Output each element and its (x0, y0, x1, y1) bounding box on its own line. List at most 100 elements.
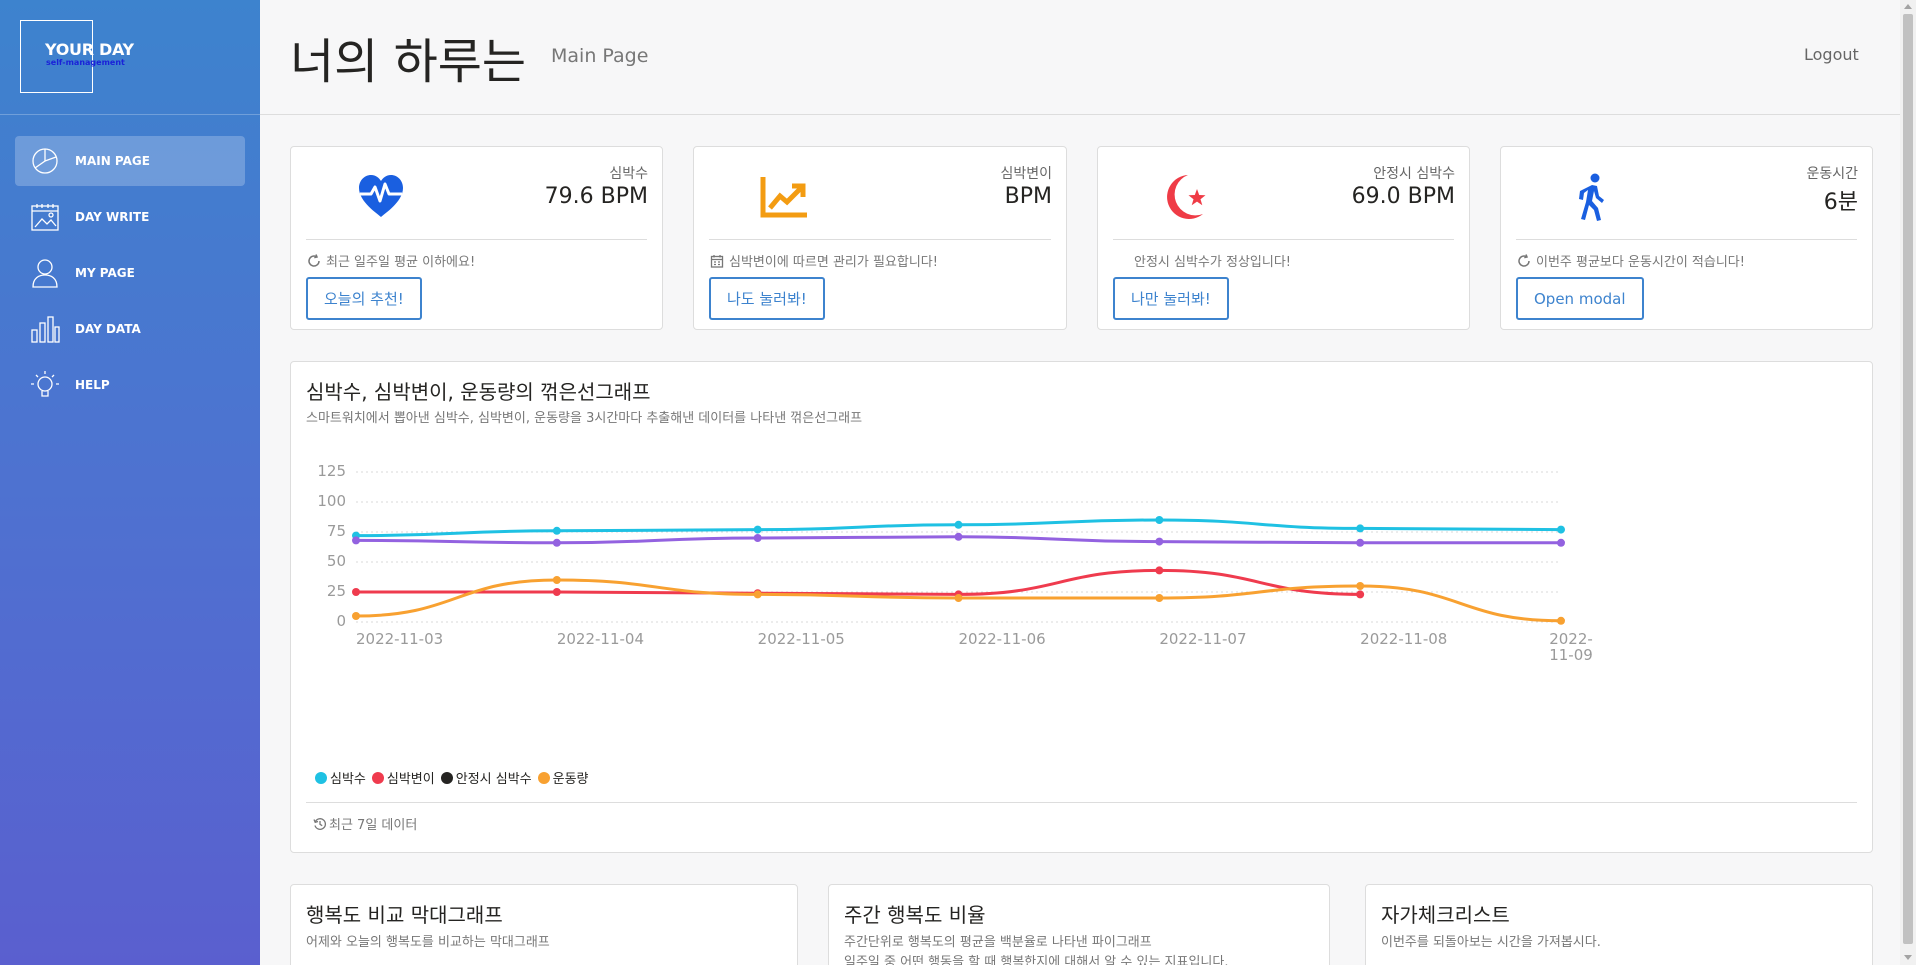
chart-footer-text: 최근 7일 데이터 (329, 818, 418, 833)
data-point (352, 588, 360, 596)
legend-label: 운동량 (552, 772, 589, 787)
data-point (1356, 524, 1365, 533)
x-tick-label: 11-09 (1549, 646, 1593, 664)
stat-footer-text: 최근 일주일 평균 이하에요! (326, 255, 476, 270)
data-point (552, 538, 561, 547)
stat-card-exercise-time: 운동시간 6분 이번주 평균보다 운동시간이 적습니다! Open modal (1500, 146, 1873, 330)
data-point (552, 576, 561, 584)
data-point (1155, 566, 1164, 575)
x-tick-label: 2022-11-06 (959, 630, 1046, 648)
user-icon (30, 258, 60, 288)
sidebar-item-day-data[interactable]: DAY DATA (15, 304, 245, 354)
recommend-button[interactable]: 오늘의 추천! (306, 277, 422, 320)
data-point (1557, 616, 1565, 625)
data-point (552, 588, 561, 596)
heart-pulse-icon (356, 172, 406, 222)
checklist-card: 자가체크리스트 이번주를 되돌아보는 시간을 가져봅시다. (1365, 884, 1873, 965)
calendar-icon (710, 254, 724, 268)
pie-chart-icon (30, 146, 60, 176)
chart-legend: 심박수 심박변이 안정시 심박수 운동량 (315, 768, 595, 787)
line-chart-card: 심박수, 심박변이, 운동량의 꺾은선그래프 스마트워치에서 뽑아낸 심박수, … (290, 361, 1873, 853)
legend-item[interactable]: 심박수 (315, 768, 366, 787)
legend-label: 심박변이 (386, 772, 435, 787)
data-point (1356, 582, 1365, 590)
data-point (954, 594, 963, 602)
stat-footer-text: 안정시 심박수가 정상입니다! (1134, 255, 1291, 270)
scrollbar-thumb[interactable] (1903, 14, 1913, 944)
y-tick-label: 125 (317, 462, 346, 480)
card-title: 행복도 비교 막대그래프 (306, 903, 503, 927)
x-tick-label: 2022-11-03 (356, 630, 443, 648)
stat-footer: 이번주 평균보다 운동시간이 적습니다! (1517, 251, 1745, 270)
x-tick-label: 2022-11-04 (557, 630, 644, 648)
legend-label: 안정시 심박수 (455, 772, 532, 787)
stat-footer-text: 심박변이에 따르면 관리가 필요합니다! (729, 255, 938, 270)
data-point (352, 612, 360, 620)
sidebar-item-my-page[interactable]: MY PAGE (15, 248, 245, 298)
sidebar-item-help[interactable]: HELP (15, 360, 245, 410)
legend-color-dot (315, 771, 327, 784)
logout-link[interactable]: Logout (1804, 45, 1859, 64)
stat-label: 심박변이 (1000, 166, 1052, 182)
divider (709, 239, 1051, 240)
stat-card-resting-heart-rate: 안정시 심박수 69.0 BPM 안정시 심박수가 정상입니다! 나만 눌러봐! (1097, 146, 1470, 330)
stat-footer: 심박변이에 따르면 관리가 필요합니다! (710, 251, 938, 270)
stat-card-heart-rate: 심박수 79.6 BPM 최근 일주일 평균 이하에요! 오늘의 추천! (290, 146, 663, 330)
legend-color-dot (371, 771, 384, 784)
data-point (954, 532, 963, 541)
open-modal-button[interactable]: Open modal (1516, 277, 1644, 320)
sidebar-item-main-page[interactable]: MAIN PAGE (15, 136, 245, 186)
divider (1113, 239, 1454, 240)
stat-label: 심박수 (609, 166, 648, 182)
data-point (1155, 537, 1164, 546)
card-subtitle-secondary: 일주일 중 어떤 행동을 할 때 행복한지에 대해서 알 수 있는 지표입니다. (844, 955, 1229, 965)
legend-color-dot (537, 771, 550, 784)
sidebar-item-day-write[interactable]: DAY WRITE (15, 192, 245, 242)
sidebar-item-label: HELP (75, 378, 110, 392)
crescent-star-icon (1163, 172, 1213, 222)
legend-color-dot (440, 771, 453, 784)
divider (306, 239, 647, 240)
card-title: 자가체크리스트 (1381, 903, 1510, 927)
sidebar-item-label: MAIN PAGE (75, 154, 150, 168)
sidebar-item-label: DAY DATA (75, 322, 141, 336)
stat-card-hrv: 심박변이 BPM 심박변이에 따르면 관리가 필요합니다! 나도 눌러봐! (693, 146, 1067, 330)
data-point (552, 526, 561, 535)
scroll-down-arrow-icon[interactable] (1904, 955, 1912, 960)
history-icon (313, 817, 327, 831)
vertical-scrollbar[interactable] (1900, 0, 1916, 965)
card-title: 주간 행복도 비율 (844, 903, 986, 927)
logo-title[interactable]: YOUR DAY (45, 40, 134, 59)
stat-value: 79.6 BPM (544, 184, 648, 209)
card-subtitle: 어제와 오늘의 행복도를 비교하는 막대그래프 (306, 935, 550, 950)
card-subtitle: 주간단위로 행복도의 평균을 백분율로 나타낸 파이그래프 (844, 935, 1152, 950)
refresh-icon (307, 253, 321, 268)
line-chart: 0 25 50 75 100 125 2022-11-03 2022-11-04 2022-11… (317, 462, 1593, 664)
press-me-too-button[interactable]: 나도 눌러봐! (709, 277, 825, 320)
press-only-me-button[interactable]: 나만 눌러봐! (1113, 277, 1229, 320)
chart-footer: 최근 7일 데이터 (313, 814, 417, 833)
stat-footer-text: 이번주 평균보다 운동시간이 적습니다! (1536, 255, 1745, 270)
scroll-up-arrow-icon[interactable] (1904, 4, 1912, 9)
legend-item[interactable]: 안정시 심박수 (440, 768, 532, 787)
stat-value: 6분 (1823, 190, 1858, 215)
chart-title: 심박수, 심박변이, 운동량의 꺾은선그래프 (306, 380, 651, 404)
legend-item[interactable]: 심박변이 (371, 768, 435, 787)
trending-up-icon (759, 172, 809, 222)
sidebar-item-label: MY PAGE (75, 266, 135, 280)
page-subtitle: Main Page (551, 45, 649, 67)
legend-item[interactable]: 운동량 (537, 768, 589, 787)
refresh-icon (1517, 253, 1531, 268)
stat-label: 운동시간 (1806, 166, 1858, 182)
calendar-image-icon (30, 202, 60, 232)
data-point (753, 525, 762, 534)
bar-chart-card: 행복도 비교 막대그래프 어제와 오늘의 행복도를 비교하는 막대그래프 (290, 884, 798, 965)
data-point (1557, 538, 1565, 547)
data-point (1155, 594, 1164, 602)
logo-subtitle: self-management (46, 58, 125, 67)
data-point (1356, 590, 1365, 599)
data-point (1155, 516, 1164, 524)
stat-footer: 안정시 심박수가 정상입니다! (1134, 251, 1291, 270)
x-tick-label: 2022-11-05 (758, 630, 845, 648)
top-navbar: 너의 하루는 Main Page Logout (260, 0, 1900, 115)
